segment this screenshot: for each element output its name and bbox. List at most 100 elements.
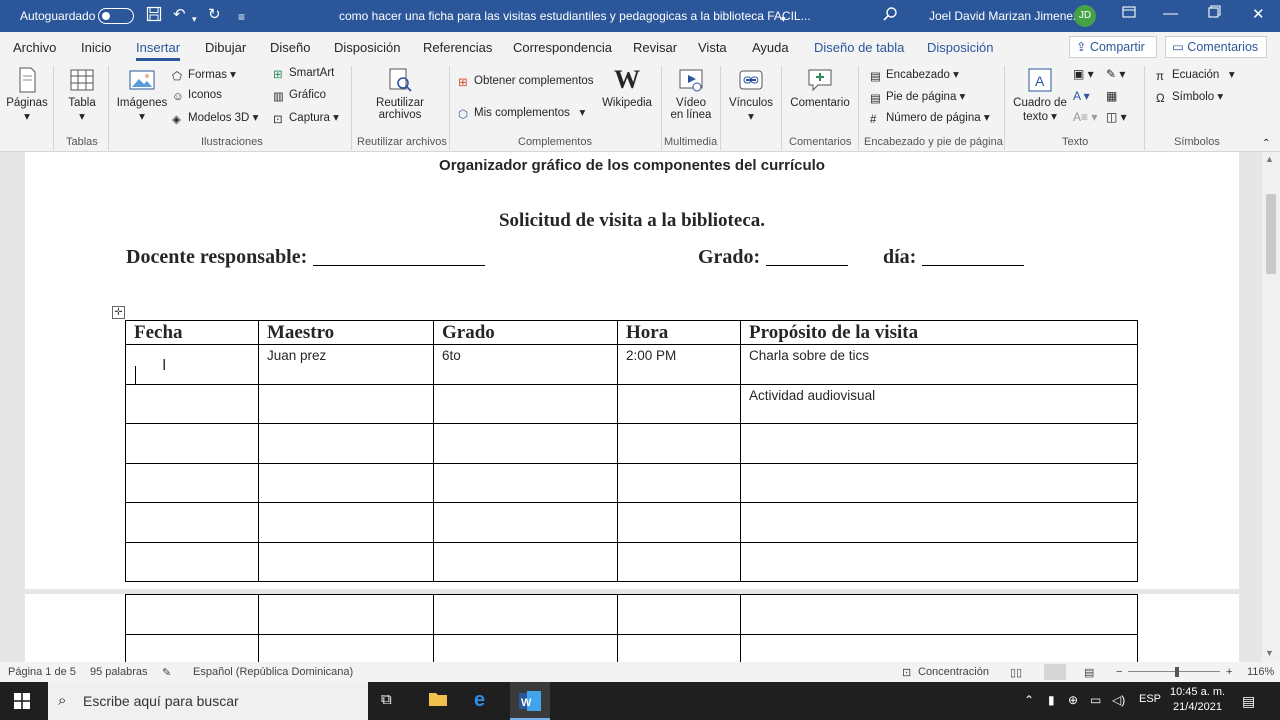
network-icon[interactable]: ⊕ [1068, 693, 1078, 707]
tab-correspondencia[interactable]: Correspondencia [513, 40, 612, 55]
tab-disposicion-tabla[interactable]: Disposición [927, 40, 993, 55]
ribbon-display-icon[interactable] [1122, 5, 1136, 23]
table-cell[interactable] [617, 423, 741, 464]
redo-icon[interactable]: ↻ [208, 6, 221, 24]
web-layout-icon[interactable]: ▤ [1084, 666, 1094, 679]
tab-revisar[interactable]: Revisar [633, 40, 677, 55]
page-2[interactable] [25, 594, 1239, 662]
table-cell[interactable] [125, 502, 259, 543]
undo-dropdown-icon[interactable]: ▾ [192, 10, 197, 28]
customize-toolbar-icon[interactable]: ≡ [238, 8, 245, 26]
table-cell[interactable] [258, 502, 434, 543]
online-video-button[interactable]: Vídeo en línea [668, 66, 714, 121]
table-cell[interactable] [125, 423, 259, 464]
wordart-button[interactable]: A ▾ [1073, 89, 1090, 103]
tab-diseno[interactable]: Diseño [270, 40, 310, 55]
table-cell[interactable] [125, 541, 259, 582]
table-cell[interactable] [433, 541, 618, 582]
zoom-in-icon[interactable]: + [1226, 666, 1232, 678]
links-button[interactable]: Vínculos ▾ [727, 66, 775, 123]
save-icon[interactable] [146, 6, 162, 27]
table-button[interactable]: Tabla ▾ [62, 66, 102, 123]
table-cell[interactable] [433, 383, 618, 424]
table-cell[interactable] [433, 423, 618, 464]
table-cell[interactable] [433, 462, 618, 503]
table-cell[interactable] [740, 462, 1138, 503]
word-count[interactable]: 95 palabras [90, 666, 148, 678]
autosave-toggle[interactable] [98, 8, 134, 24]
table-cell[interactable]: Juan prez [258, 344, 434, 385]
header-button[interactable]: ▤ Encabezado ▾ [870, 67, 959, 83]
vertical-scrollbar[interactable]: ▲ ▼ [1262, 152, 1280, 662]
table-cell[interactable] [433, 594, 618, 635]
scroll-down-icon[interactable]: ▼ [1265, 648, 1274, 658]
table-cell[interactable] [740, 634, 1138, 662]
table-cell[interactable] [258, 462, 434, 503]
icons-button[interactable]: ☺ Iconos [172, 89, 222, 103]
pages-button[interactable]: Páginas ▾ [6, 66, 48, 123]
notifications-icon[interactable]: ▤ [1242, 693, 1255, 710]
user-name[interactable]: Joel David Marizan Jimenez [929, 9, 1079, 23]
page-count[interactable]: Página 1 de 5 [8, 666, 76, 678]
3d-models-button[interactable]: ◈ Modelos 3D ▾ [172, 110, 258, 126]
tab-ayuda[interactable]: Ayuda [752, 40, 789, 55]
taskbar-search[interactable]: ⌕ Escribe aquí para buscar [48, 682, 368, 720]
table-cell[interactable]: 2:00 PM [617, 344, 741, 385]
proofing-icon[interactable]: ✎ [162, 666, 171, 679]
tab-insertar[interactable]: Insertar [136, 40, 181, 61]
print-layout-icon[interactable] [1044, 664, 1066, 680]
chart-button[interactable]: ▥ Gráfico [273, 89, 326, 103]
tab-dibujar[interactable]: Dibujar [205, 40, 246, 55]
avatar[interactable]: JD [1074, 5, 1096, 27]
collapse-ribbon-icon[interactable]: ⌃ [1262, 138, 1270, 149]
footer-button[interactable]: ▤ Pie de página ▾ [870, 89, 965, 105]
tab-diseno-de-tabla[interactable]: Diseño de tabla [814, 40, 904, 55]
table-cell[interactable] [258, 594, 434, 635]
symbol-button[interactable]: Ω Símbolo ▾ [1156, 89, 1223, 105]
title-dropdown-icon[interactable]: ▾ [781, 10, 786, 28]
table-cell[interactable] [617, 594, 741, 635]
table-cell[interactable] [258, 634, 434, 662]
focus-icon[interactable]: ⊡ [902, 666, 911, 679]
close-button[interactable]: ✕ [1252, 5, 1265, 23]
page-number-button[interactable]: # Número de página ▾ [870, 110, 990, 126]
tab-archivo[interactable]: Archivo [13, 40, 56, 55]
shapes-button[interactable]: ⬠ Formas ▾ [172, 67, 236, 83]
smartart-button[interactable]: ⊞ SmartArt [273, 67, 334, 81]
system-clock[interactable]: 10:45 a. m. 21/4/2021 [1170, 685, 1225, 715]
tab-vista[interactable]: Vista [698, 40, 727, 55]
table-cell[interactable] [125, 462, 259, 503]
table-cell[interactable] [258, 423, 434, 464]
task-view-icon[interactable]: ⧉ [381, 691, 392, 708]
focus-mode[interactable]: Concentración [918, 666, 989, 678]
document-title[interactable]: como hacer una ficha para las visitas es… [339, 9, 811, 23]
table-cell[interactable] [433, 634, 618, 662]
table-cell[interactable] [617, 502, 741, 543]
volume-icon[interactable]: ◁) [1112, 693, 1125, 707]
tab-referencias[interactable]: Referencias [423, 40, 492, 55]
zoom-slider-thumb[interactable] [1175, 667, 1179, 677]
table-cell[interactable] [740, 541, 1138, 582]
object-button[interactable]: ◫ ▾ [1106, 110, 1127, 124]
table-cell[interactable] [125, 594, 259, 635]
tab-inicio[interactable]: Inicio [81, 40, 111, 55]
undo-icon[interactable]: ↶ [173, 6, 186, 24]
microphone-icon[interactable]: ▮ [1048, 693, 1055, 707]
zoom-out-icon[interactable]: − [1116, 666, 1122, 678]
table-cell[interactable] [125, 634, 259, 662]
page-1[interactable]: Organizador gráfico de los componentes d… [25, 152, 1239, 589]
zoom-slider[interactable] [1128, 671, 1220, 672]
edge-icon[interactable]: e [474, 689, 485, 712]
equation-button[interactable]: π Ecuación ▾ [1156, 67, 1235, 83]
table-cell[interactable] [740, 423, 1138, 464]
table-cell[interactable]: 6to [433, 344, 618, 385]
search-icon[interactable] [882, 6, 898, 27]
battery-icon[interactable]: ▭ [1090, 693, 1101, 707]
scroll-up-icon[interactable]: ▲ [1265, 154, 1274, 164]
tray-expand-icon[interactable]: ⌃ [1024, 693, 1034, 707]
table-cell[interactable] [258, 383, 434, 424]
file-explorer-icon[interactable] [428, 690, 448, 711]
minimize-button[interactable]: — [1163, 5, 1178, 22]
tab-disposicion[interactable]: Disposición [334, 40, 400, 55]
table-cell[interactable] [125, 344, 259, 385]
